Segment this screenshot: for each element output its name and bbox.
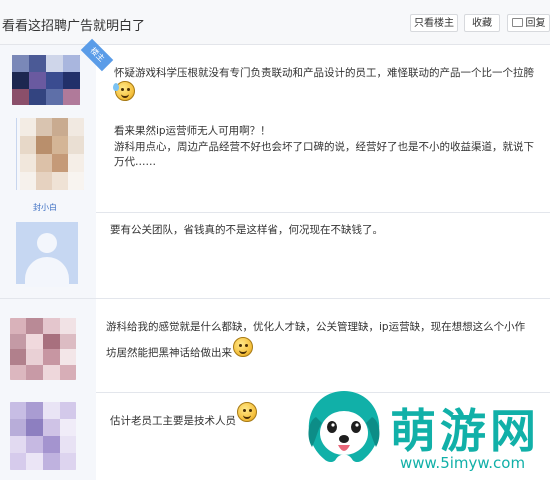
avatar[interactable]: [10, 318, 76, 380]
watermark-name: 萌游网: [390, 404, 540, 458]
only-author-button[interactable]: 只看楼主: [410, 14, 458, 32]
favorite-button[interactable]: 收藏: [464, 14, 500, 32]
thread-title: 看看这招聘广告就明白了: [2, 19, 146, 34]
username[interactable]: 封小白: [33, 202, 57, 213]
reply-button[interactable]: 回复: [507, 14, 550, 32]
avatar[interactable]: [10, 402, 76, 470]
dog-logo-icon: [308, 391, 380, 462]
site-watermark: 萌游网 www.5imyw.com: [300, 383, 550, 480]
watermark-url: www.5imyw.com: [400, 454, 526, 472]
avatar-accent-line: [16, 118, 17, 190]
post-divider: [0, 298, 550, 299]
post-text: 看来果然ip运营师无人可用啊？！: [114, 125, 271, 137]
reply-icon: [511, 17, 523, 27]
reply-button-label: 回复: [525, 18, 546, 29]
post-divider: [96, 212, 550, 213]
post-text: 游科给我的感觉就是什么都缺，优化人才缺，公关管理缺，ip运营缺，现在想想这么个小…: [106, 321, 526, 333]
avatar[interactable]: [16, 222, 78, 287]
post-text: 估计老员工主要是技术人员: [110, 415, 236, 427]
smile-emoji: [237, 402, 257, 422]
post-text: 游科用点心，周边产品经营不好也会坏了口碑的说，经营好了也是不小的收益渠道，就说下…: [114, 141, 534, 168]
post-text: 怀疑游戏科学压根就没有专门负责联动和产品设计的员工，难怪联动的产品一个比一个拉胯: [114, 67, 534, 79]
smile-emoji: [233, 337, 253, 357]
post-text: 要有公关团队，省钱真的不是这样省，何况现在不缺钱了。: [110, 224, 383, 236]
avatar[interactable]: [20, 118, 84, 190]
thread-header: 看看这招聘广告就明白了 只看楼主 收藏 回复: [0, 0, 550, 45]
post-text: 坊居然能把黑神话给做出来: [106, 347, 232, 359]
sweat-smile-emoji: [113, 81, 135, 101]
avatar[interactable]: [12, 55, 80, 105]
